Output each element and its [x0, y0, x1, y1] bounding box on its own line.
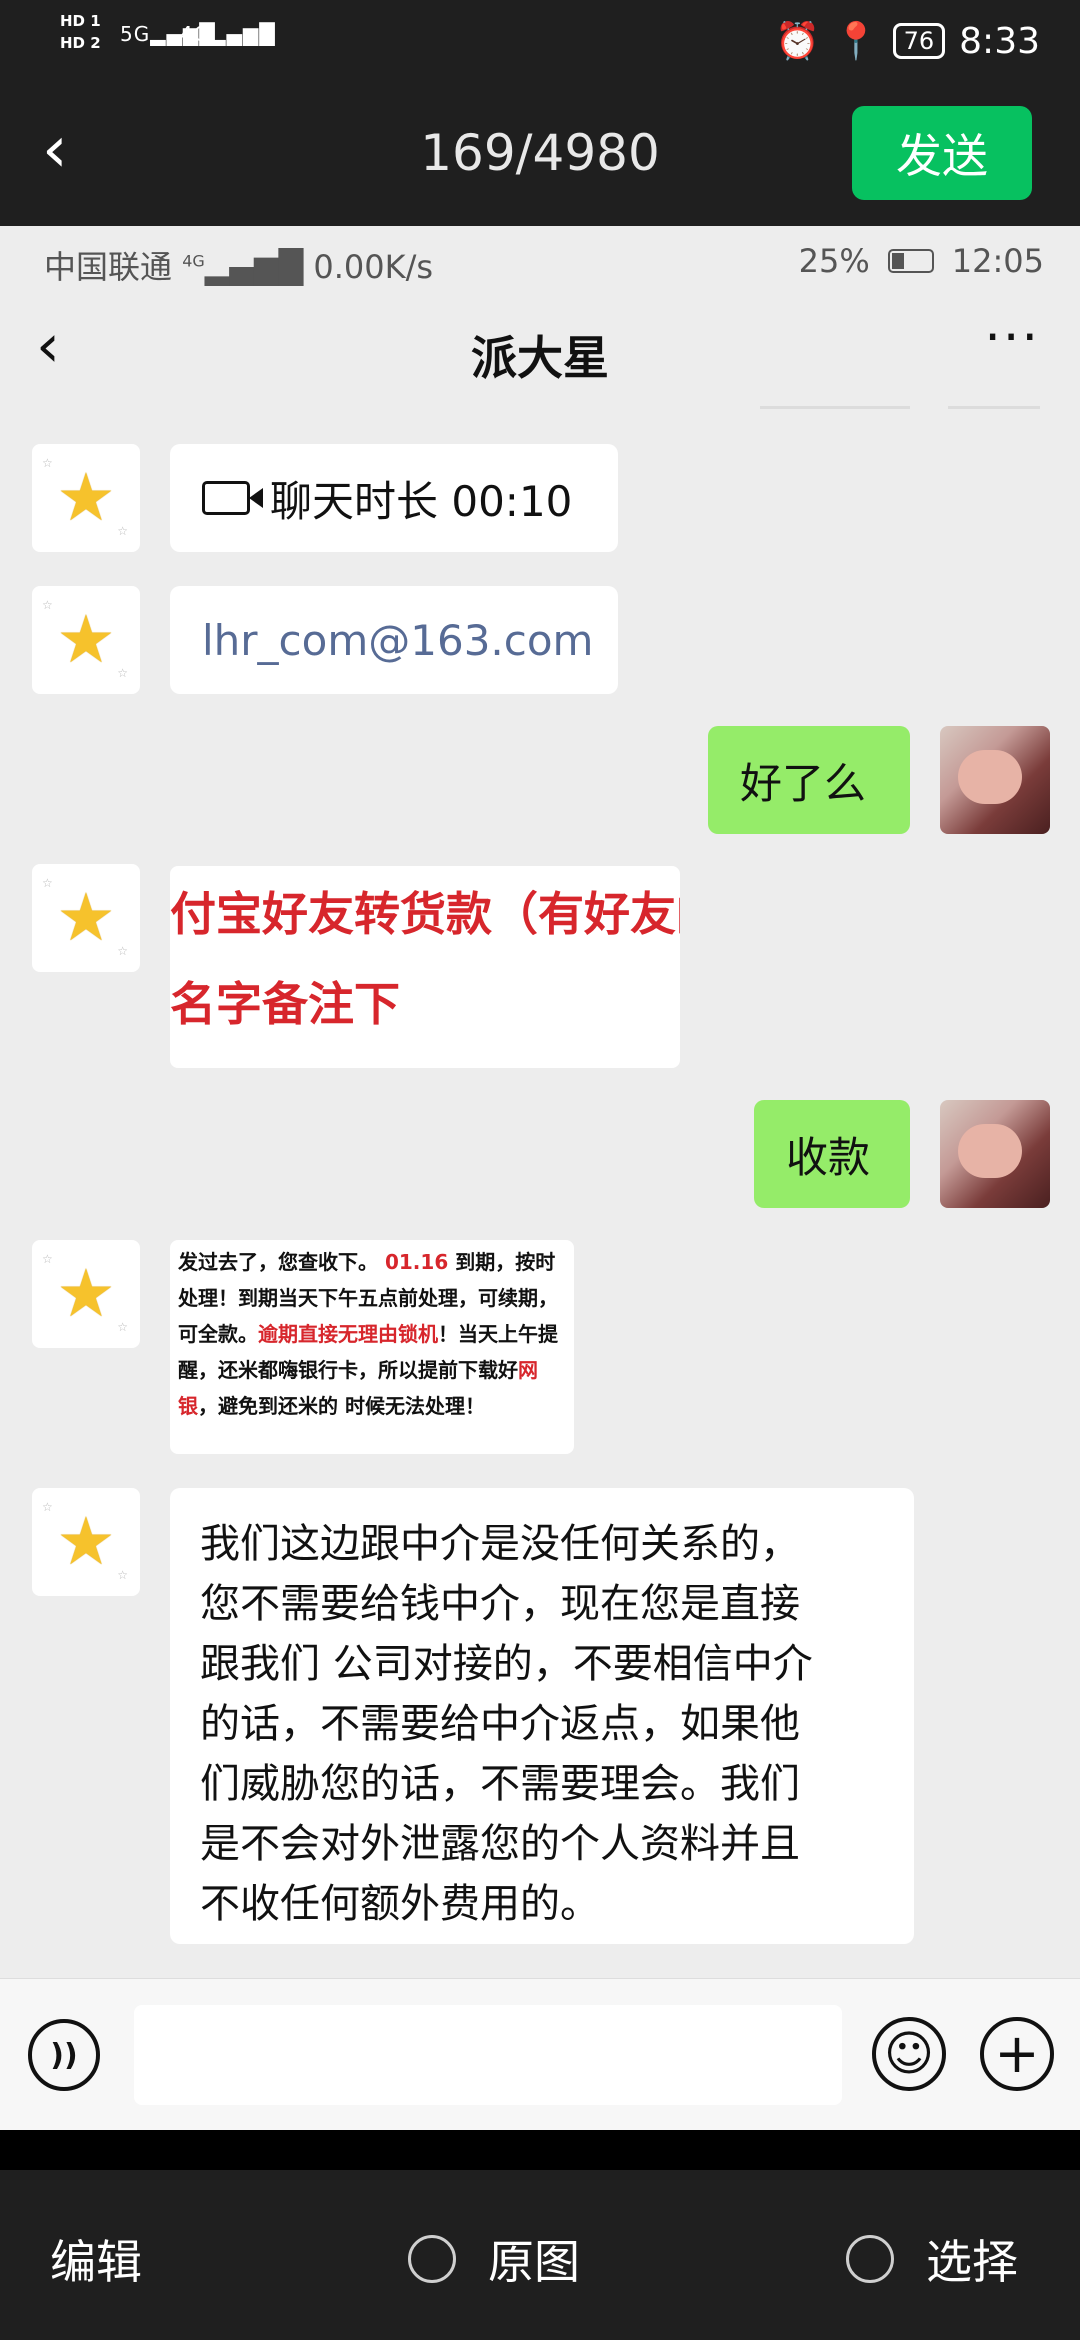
sparkle-icon: ☆: [42, 1500, 53, 1514]
inner-battery-percent: 25%: [798, 242, 870, 280]
original-image-option[interactable]: 原图: [408, 2226, 580, 2292]
notice-warning: 逾期直接无理由锁机: [258, 1322, 438, 1346]
bottom-toolbar: 编辑 原图 选择: [0, 2170, 1080, 2340]
avatar-photo: [958, 1124, 1022, 1178]
inner-network-label: 4G: [182, 251, 205, 271]
self-message-bubble[interactable]: 收款: [754, 1100, 910, 1208]
notice-part: 发过去了，您查收下。: [178, 1250, 378, 1274]
sparkle-icon: ☆: [117, 1320, 128, 1334]
network-speed: 0.00K/s: [313, 248, 434, 286]
edit-button[interactable]: 编辑: [50, 2226, 142, 2292]
status-right: ⏰ 📍 76 8:33: [774, 20, 1040, 63]
select-label: 选择: [926, 2235, 1018, 2289]
divider: [0, 2130, 1080, 2170]
network-4g-label: 4G: [180, 22, 211, 46]
sparkle-icon: ☆: [117, 524, 128, 538]
notice-image-message[interactable]: 发过去了，您查收下。 01.16 到期，按时处理！到期当天下午五点前处理，可续期…: [170, 1240, 574, 1454]
long-message-bubble[interactable]: 我们这边跟中介是没任何关系的， 您不需要给钱中介，现在您是直接 跟我们 公司对接…: [170, 1488, 914, 1944]
notice-part: ，避免到还米的 时候无法处理！: [198, 1394, 485, 1418]
location-icon: 📍: [833, 21, 879, 62]
message-line: 跟我们 公司对接的，不要相信中介: [200, 1641, 813, 1687]
email-bubble[interactable]: lhr_com@163.com: [170, 586, 618, 694]
message-line: 不收任何额外费用的。: [200, 1881, 600, 1927]
sparkle-icon: ☆: [117, 666, 128, 680]
status-time: 8:33: [959, 20, 1040, 62]
sparkle-icon: ☆: [42, 456, 53, 470]
sparkle-icon: ☆: [42, 876, 53, 890]
carrier-label: 中国联通: [44, 248, 173, 286]
select-option[interactable]: 选择: [846, 2226, 1018, 2292]
message-line: 我们这边跟中介是没任何关系的，: [200, 1521, 800, 1567]
divider: [760, 406, 910, 409]
alarm-icon: ⏰: [774, 21, 820, 62]
contact-avatar[interactable]: ☆ ★ ☆: [32, 864, 140, 972]
star-icon: ★: [56, 1255, 116, 1332]
sim2-label: HD 2: [60, 34, 101, 52]
notice-text: 发过去了，您查收下。 01.16 到期，按时处理！到期当天下午五点前处理，可续期…: [170, 1240, 574, 1428]
original-label: 原图: [488, 2235, 580, 2289]
video-call-icon: [202, 481, 263, 515]
contact-avatar[interactable]: ☆ ★ ☆: [32, 444, 140, 552]
call-duration-bubble[interactable]: 聊天时长 00:10: [170, 444, 618, 552]
star-icon: ★: [56, 459, 116, 536]
email-link[interactable]: lhr_com@163.com: [202, 616, 593, 665]
image-text-line: 名字备注下: [170, 977, 400, 1031]
message-input[interactable]: [134, 2005, 842, 2105]
self-message-text: 收款: [786, 1132, 871, 1182]
original-radio[interactable]: [408, 2235, 456, 2283]
sim-indicators: HD 1 HD 2: [60, 10, 101, 54]
send-button[interactable]: 发送: [852, 106, 1032, 200]
inner-status-right: 25% 12:05: [799, 242, 1044, 280]
star-icon: ★: [56, 879, 116, 956]
message-line: 您不需要给钱中介，现在您是直接: [200, 1581, 800, 1627]
outer-status-bar: HD 1 HD 2 5G▂▄▆█ 4G▂▄▆█ ⏰ 📍 76 8:33: [0, 0, 1080, 80]
more-icon[interactable]: ···: [984, 308, 1040, 368]
contact-avatar[interactable]: ☆ ★ ☆: [32, 586, 140, 694]
inner-battery-icon: [887, 249, 934, 273]
signal-icon: ▂▄▆█: [204, 248, 304, 286]
inner-time: 12:05: [951, 242, 1044, 280]
message-line: 们威胁您的话，不需要理会。我们: [200, 1761, 800, 1807]
chat-input-bar: )) ☺ +: [0, 1978, 1080, 2130]
self-message-bubble[interactable]: 好了么: [708, 726, 910, 834]
star-icon: ★: [56, 1503, 116, 1580]
image-viewer-header: ‹ 169/4980 发送: [0, 80, 1080, 226]
contact-avatar[interactable]: ☆ ★ ☆: [32, 1488, 140, 1596]
network-5g-label: 5G: [120, 22, 151, 46]
divider: [948, 406, 1040, 409]
sparkle-icon: ☆: [42, 598, 53, 612]
voice-icon[interactable]: )): [28, 2019, 100, 2091]
image-text-line: 付宝好友转货款（有好友的: [170, 887, 680, 941]
emoji-icon[interactable]: ☺: [872, 2017, 946, 2091]
self-avatar[interactable]: [940, 1100, 1050, 1208]
notice-date: 01.16: [384, 1250, 449, 1274]
select-radio[interactable]: [846, 2235, 894, 2283]
sim1-label: HD 1: [60, 12, 101, 30]
star-icon: ★: [56, 601, 116, 678]
sparkle-icon: ☆: [117, 1568, 128, 1582]
call-duration-label: 聊天时长 00:10: [270, 476, 573, 526]
message-line: 的话，不需要给中介返点，如果他: [200, 1701, 800, 1747]
avatar-photo: [958, 750, 1022, 804]
self-message-text: 好了么: [740, 758, 867, 808]
sparkle-icon: ☆: [42, 1252, 53, 1266]
image-message[interactable]: 付宝好友转货款（有好友的 名字备注下: [170, 866, 680, 1068]
self-avatar[interactable]: [940, 726, 1050, 834]
chat-header: ‹ 派大星 ···: [0, 296, 1080, 408]
contact-avatar[interactable]: ☆ ★ ☆: [32, 1240, 140, 1348]
inner-status-left: 中国联通 4G▂▄▆█ 0.00K/s: [44, 242, 433, 288]
chat-title: 派大星: [471, 331, 609, 385]
plus-icon[interactable]: +: [980, 2017, 1054, 2091]
sparkle-icon: ☆: [117, 944, 128, 958]
signal-4g: 4G▂▄▆█: [180, 22, 276, 46]
inner-status-bar: 中国联通 4G▂▄▆█ 0.00K/s 25% 12:05: [0, 226, 1080, 296]
message-line: 是不会对外泄露您的个人资料并且: [200, 1821, 800, 1867]
battery-icon: 76: [892, 23, 946, 59]
